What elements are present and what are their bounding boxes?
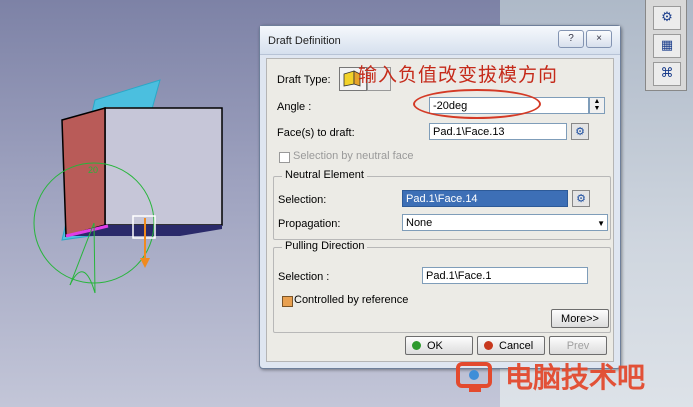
angle-value-label: 20 xyxy=(88,165,98,175)
watermark-text: 电脑技术吧 xyxy=(505,361,646,394)
neutral-face-checkbox[interactable] xyxy=(279,152,290,163)
cancel-button[interactable]: Cancel xyxy=(477,336,545,355)
highlight-ellipse xyxy=(413,89,541,119)
neutral-selection-label: Selection: xyxy=(278,194,327,206)
pulling-selection-field[interactable]: Pad.1\Face.1 xyxy=(422,267,588,284)
angle-spinner[interactable]: ▲ ▼ xyxy=(589,97,605,114)
draft-type-label: Draft Type: xyxy=(277,74,331,86)
watermark-logo xyxy=(456,362,492,392)
ok-button[interactable]: OK xyxy=(405,336,473,355)
neutral-face-label: Selection by neutral face xyxy=(293,150,414,162)
box-left-face xyxy=(61,107,106,237)
propagation-select[interactable]: None ▼ xyxy=(402,214,608,231)
chevron-down-icon[interactable]: ▼ xyxy=(597,215,605,232)
tree-icon[interactable]: ⚙ xyxy=(653,6,681,30)
neutral-element-title: Neutral Element xyxy=(282,169,367,181)
pulling-direction-title: Pulling Direction xyxy=(282,240,368,252)
box-front-face xyxy=(104,107,223,226)
controlled-by-reference-label: Controlled by reference xyxy=(294,294,409,306)
toolbar: ⚙ ▦ ⌘ xyxy=(645,0,687,91)
ok-label: OK xyxy=(427,340,443,352)
close-button[interactable]: × xyxy=(586,30,612,48)
faces-to-draft-label: Face(s) to draft: xyxy=(277,127,355,139)
neutral-selection-field[interactable]: Pad.1\Face.14 xyxy=(402,190,568,207)
angle-label: Angle : xyxy=(277,101,312,113)
faces-to-draft-field[interactable]: Pad.1\Face.13 xyxy=(429,123,567,140)
snap-icon[interactable]: ⌘ xyxy=(653,62,681,86)
neutral-selection-icon[interactable]: ⚙ xyxy=(572,190,590,207)
cancel-icon xyxy=(484,341,493,350)
controlled-by-reference-checkbox[interactable] xyxy=(282,296,293,307)
propagation-value: None xyxy=(406,217,433,229)
more-button[interactable]: More>> xyxy=(551,309,609,328)
grid-icon[interactable]: ▦ xyxy=(653,34,681,58)
help-button[interactable]: ? xyxy=(558,30,584,48)
pulling-direction-arrowhead xyxy=(140,258,150,268)
propagation-label: Propagation: xyxy=(278,218,341,230)
ok-icon xyxy=(412,341,421,350)
preview-button[interactable]: Prev xyxy=(549,336,607,355)
cancel-label: Cancel xyxy=(499,340,534,352)
spin-down-icon[interactable]: ▼ xyxy=(590,105,604,112)
spin-up-icon[interactable]: ▲ xyxy=(590,98,604,105)
dialog-titlebar: Draft Definition ? × xyxy=(260,26,620,55)
neutral-element-group: Neutral Element Selection: Pad.1\Face.14… xyxy=(273,169,611,240)
faces-list-icon[interactable]: ⚙ xyxy=(571,123,589,140)
annotation-text: 输入负值改变拔模方向 xyxy=(358,64,559,86)
dialog-title: Draft Definition xyxy=(268,35,341,47)
pulling-selection-label: Selection : xyxy=(278,271,330,283)
